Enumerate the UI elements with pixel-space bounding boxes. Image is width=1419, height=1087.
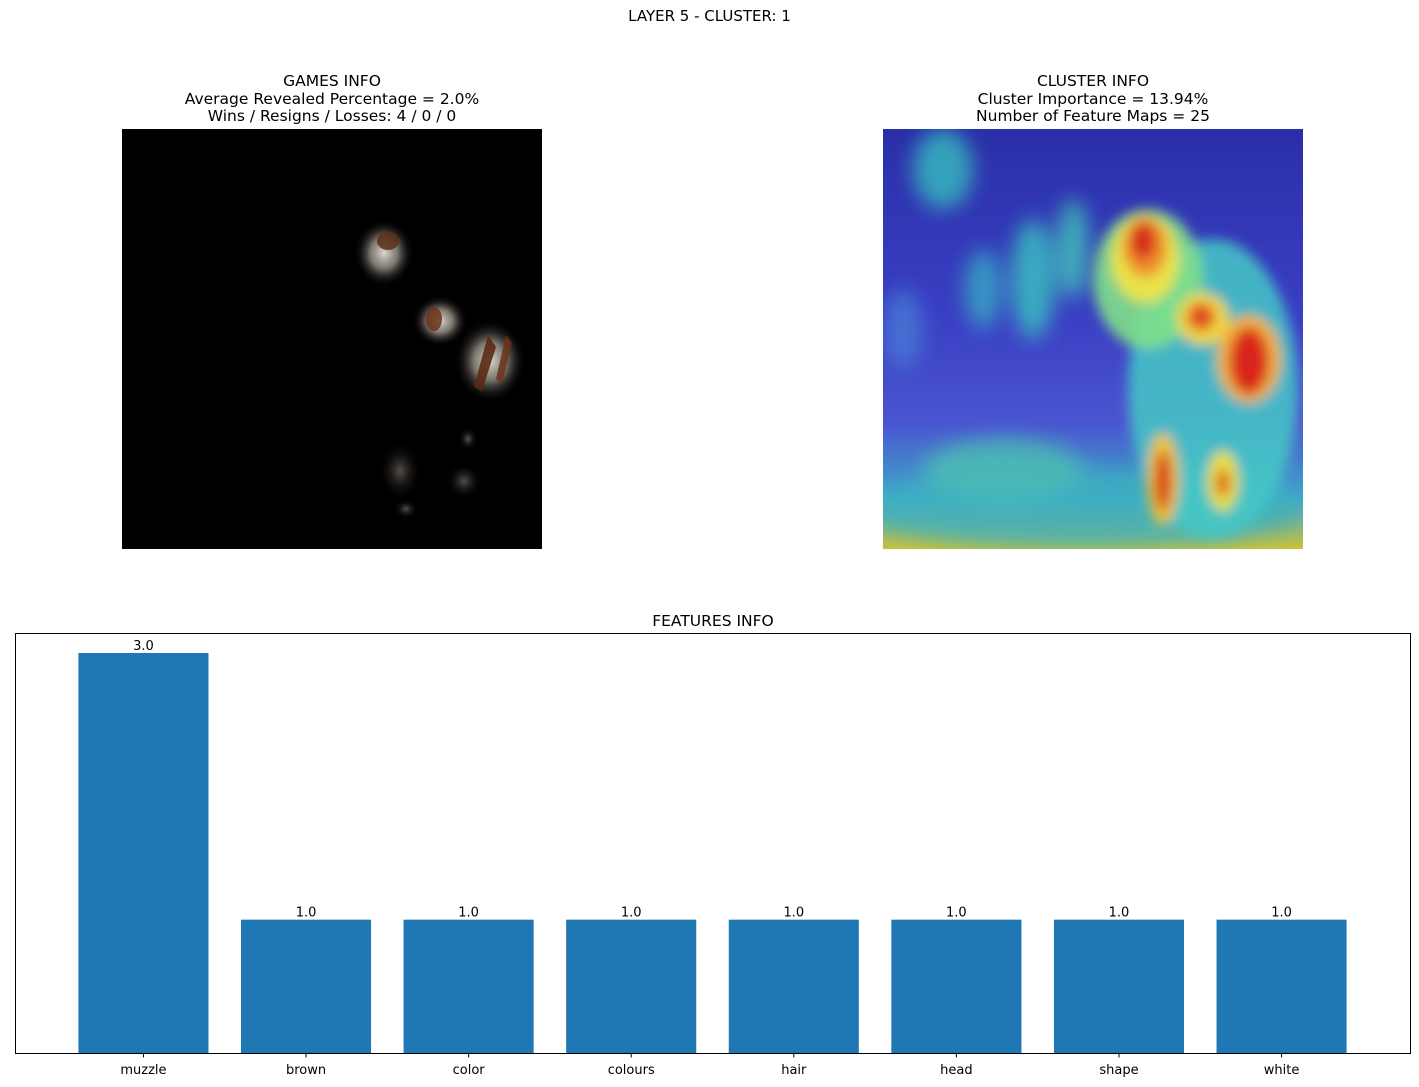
value-label-brown: 1.0	[296, 906, 317, 921]
x-tick-label-muzzle: muzzle	[120, 1063, 166, 1078]
x-tick-label-hair: hair	[781, 1063, 807, 1078]
x-tick-label-color: color	[453, 1063, 486, 1078]
features-bar-chart: 3.0 1.0 1.0 1.0 1.0 1.0 1.0 1.0 muzzle brown colo…	[15, 633, 1411, 1078]
bar-muzzle	[78, 653, 209, 1053]
value-label-colours: 1.0	[621, 906, 642, 921]
value-label-hair: 1.0	[783, 906, 804, 921]
value-label-white: 1.0	[1271, 906, 1292, 921]
bar-color	[403, 919, 534, 1053]
bar-shape	[1053, 919, 1185, 1053]
x-tick-label-white: white	[1264, 1063, 1300, 1078]
bar-hair	[728, 919, 859, 1053]
x-tick-label-head: head	[940, 1063, 972, 1078]
value-label-muzzle: 3.0	[133, 639, 154, 654]
bar-head	[891, 919, 1022, 1053]
value-label-head: 1.0	[946, 906, 967, 921]
value-label-color: 1.0	[458, 906, 479, 921]
x-tick-label-colours: colours	[608, 1063, 655, 1078]
bar-brown	[240, 919, 372, 1053]
x-tick-label-brown: brown	[286, 1063, 326, 1078]
x-tick-label-shape: shape	[1099, 1063, 1138, 1078]
plot-frame	[15, 633, 1411, 1054]
bar-white	[1216, 919, 1347, 1053]
value-label-shape: 1.0	[1109, 906, 1130, 921]
bar-colours	[566, 919, 697, 1053]
